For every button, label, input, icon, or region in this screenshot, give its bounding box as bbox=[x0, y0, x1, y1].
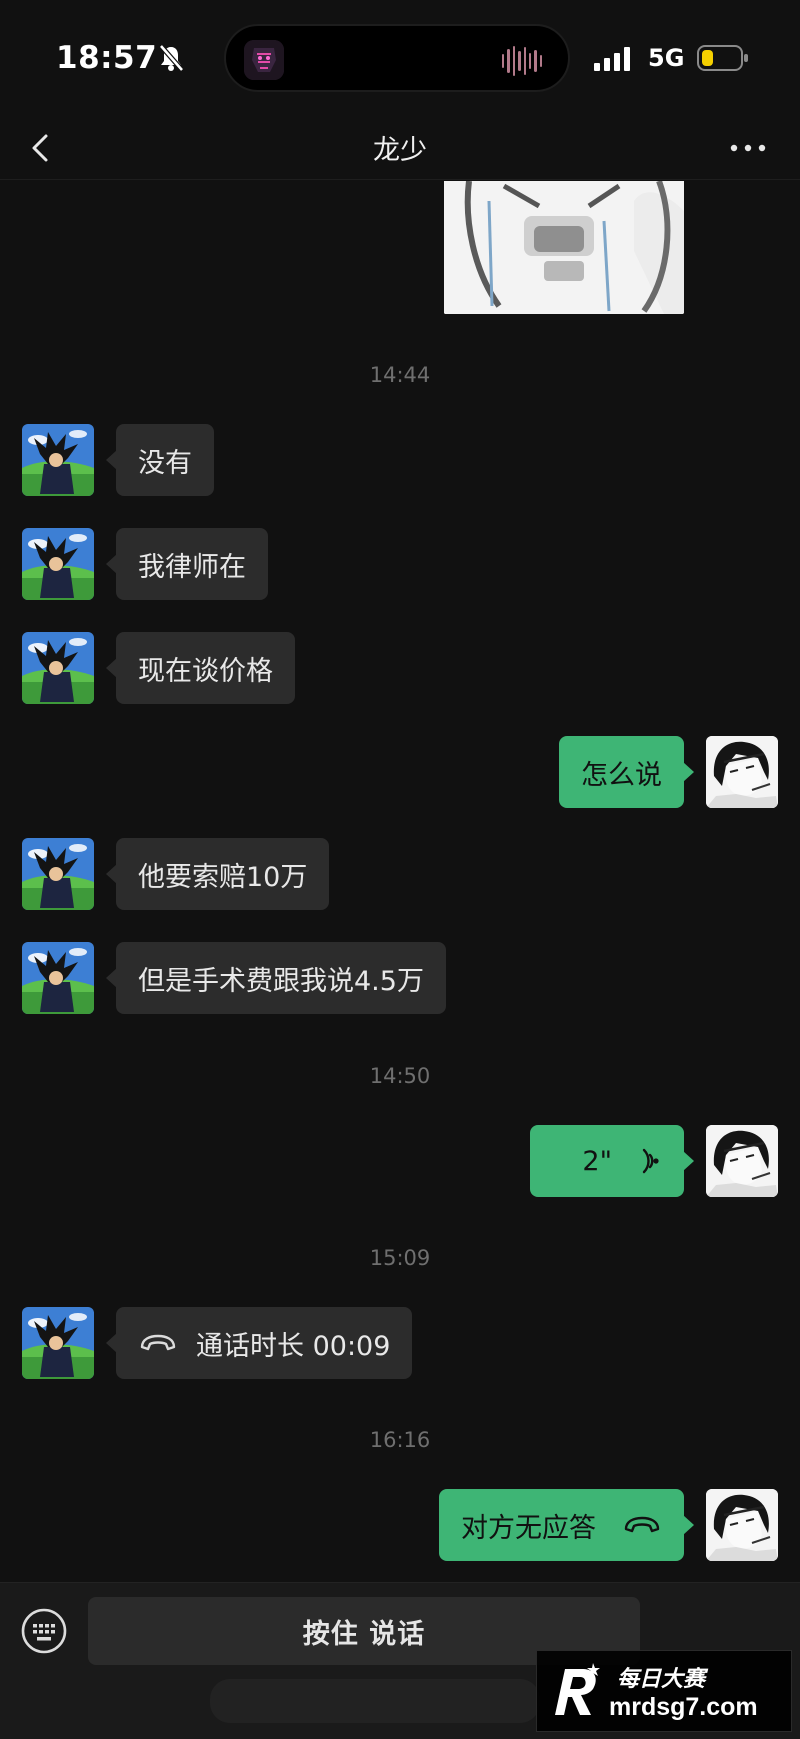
message-bubble-sent[interactable]: 怎么说 bbox=[559, 736, 694, 808]
bell-muted-icon bbox=[159, 44, 184, 72]
signal-icon bbox=[594, 47, 630, 71]
message-text: 没有 bbox=[138, 447, 192, 479]
contact-avatar[interactable] bbox=[22, 632, 94, 704]
my-avatar[interactable] bbox=[706, 1489, 778, 1561]
chat-header: 龙少 bbox=[0, 118, 800, 180]
voice-duration: 2" bbox=[582, 1145, 612, 1177]
timestamp: 16:16 bbox=[369, 1428, 431, 1452]
my-avatar[interactable] bbox=[706, 1125, 778, 1197]
phone-hangup-icon bbox=[140, 1334, 176, 1351]
network-type: 5G bbox=[648, 44, 685, 72]
message-bubble-received[interactable]: 现在谈价格 bbox=[106, 632, 295, 704]
battery-icon bbox=[697, 45, 748, 71]
my-avatar[interactable] bbox=[706, 736, 778, 808]
audio-wave-icon bbox=[502, 46, 542, 76]
message-text: 但是手术费跟我说4.5万 bbox=[138, 965, 424, 997]
watermark: 每日大赛 mrdsg7.com bbox=[536, 1650, 792, 1732]
contact-avatar[interactable] bbox=[22, 424, 94, 496]
voice-wave-icon bbox=[642, 1148, 659, 1174]
blurred-area bbox=[210, 1679, 540, 1723]
timestamp: 15:09 bbox=[369, 1246, 431, 1270]
contact-avatar[interactable] bbox=[22, 528, 94, 600]
call-record-received[interactable]: 通话时长 00:09 bbox=[105, 1307, 413, 1379]
timestamp: 14:44 bbox=[369, 363, 431, 387]
call-record-sent[interactable]: 对方无应答 bbox=[439, 1489, 694, 1561]
call-duration-text: 通话时长 00:09 bbox=[196, 1330, 391, 1362]
contact-avatar[interactable] bbox=[22, 942, 94, 1014]
watermark-url: mrdsg7.com bbox=[609, 1693, 758, 1721]
call-status-text: 对方无应答 bbox=[461, 1512, 596, 1544]
message-bubble-received[interactable]: 我律师在 bbox=[106, 528, 268, 600]
message-text: 怎么说 bbox=[581, 759, 662, 791]
message-bubble-received[interactable]: 但是手术费跟我说4.5万 bbox=[106, 942, 446, 1014]
voice-message-sent[interactable]: 2" bbox=[530, 1125, 694, 1197]
message-bubble-received[interactable]: 他要索赔10万 bbox=[105, 838, 330, 910]
message-text: 现在谈价格 bbox=[138, 655, 273, 687]
message-bubble-received[interactable]: 没有 bbox=[106, 424, 214, 496]
status-time: 18:57 bbox=[56, 40, 158, 76]
chat-title: 龙少 bbox=[373, 135, 427, 166]
more-dots-icon[interactable] bbox=[728, 138, 768, 158]
watermark-logo bbox=[555, 1663, 600, 1715]
status-bar: 18:57 5G bbox=[0, 0, 800, 118]
sticker-image[interactable] bbox=[444, 181, 684, 314]
contact-avatar[interactable] bbox=[22, 838, 94, 910]
phone-hangup-icon bbox=[624, 1516, 660, 1533]
music-app-icon bbox=[244, 40, 284, 80]
dynamic-island bbox=[224, 24, 570, 92]
message-text: 他要索赔10万 bbox=[138, 861, 308, 893]
timestamp: 14:50 bbox=[369, 1064, 431, 1088]
keyboard-icon[interactable] bbox=[20, 1607, 68, 1655]
watermark-title: 每日大赛 bbox=[617, 1667, 706, 1692]
contact-avatar[interactable] bbox=[22, 1307, 94, 1379]
message-text: 我律师在 bbox=[138, 551, 246, 583]
message-list[interactable]: 14:44 没有 我律师在 现在谈价格 怎么说 他要索赔10万 但是手术费跟我说… bbox=[0, 181, 800, 1581]
